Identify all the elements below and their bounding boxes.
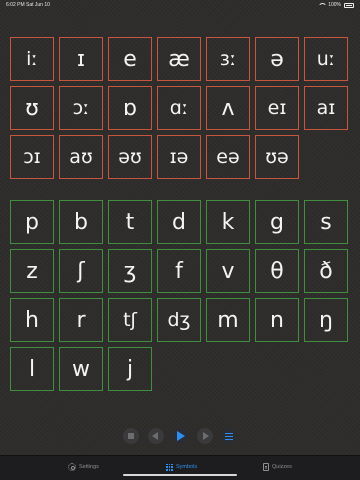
status-bar: 6:02 PM Sat Jun 10 100% bbox=[0, 0, 360, 10]
consonant-symbol-tile[interactable]: θ bbox=[255, 249, 299, 293]
vowel-symbol-tile[interactable]: ɪə bbox=[157, 135, 201, 179]
vowel-symbol-tile[interactable]: ɑː bbox=[157, 86, 201, 130]
consonant-symbol-tile[interactable]: t bbox=[108, 200, 152, 244]
tab-settings-label: Settings bbox=[79, 464, 99, 470]
tab-bar: Settings Symbols Quizzes bbox=[0, 455, 360, 480]
tab-symbols[interactable]: Symbols bbox=[166, 462, 197, 472]
play-icon bbox=[177, 431, 185, 441]
vowel-symbol-tile[interactable]: ʊ bbox=[10, 86, 54, 130]
vowel-symbol-tile[interactable]: ɔː bbox=[59, 86, 103, 130]
home-indicator bbox=[123, 473, 237, 476]
consonant-symbol-tile[interactable]: z bbox=[10, 249, 54, 293]
wifi-icon bbox=[318, 2, 328, 8]
stop-button[interactable] bbox=[123, 428, 139, 444]
consonant-symbol-tile[interactable]: ð bbox=[304, 249, 348, 293]
vowel-symbol-tile[interactable]: aʊ bbox=[59, 135, 103, 179]
tab-quizzes-label: Quizzes bbox=[272, 464, 292, 470]
consonant-symbol-tile[interactable]: l bbox=[10, 347, 54, 391]
vowel-symbol-tile[interactable]: ɔɪ bbox=[10, 135, 54, 179]
vowel-symbol-tile[interactable]: ɜː bbox=[206, 37, 250, 81]
consonant-symbol-tile[interactable]: s bbox=[304, 200, 348, 244]
previous-button[interactable] bbox=[148, 428, 164, 444]
consonant-symbol-tile[interactable]: p bbox=[10, 200, 54, 244]
consonant-symbol-tile[interactable]: w bbox=[59, 347, 103, 391]
audio-player-controls bbox=[0, 428, 360, 446]
stop-icon bbox=[128, 433, 134, 439]
consonant-symbol-tile[interactable]: g bbox=[255, 200, 299, 244]
vowel-symbol-tile[interactable]: æ bbox=[157, 37, 201, 81]
consonant-symbol-tile[interactable]: n bbox=[255, 298, 299, 342]
previous-icon bbox=[152, 432, 158, 440]
status-date: Sat Jun 10 bbox=[26, 2, 50, 8]
consonant-symbol-tile[interactable]: f bbox=[157, 249, 201, 293]
battery-icon bbox=[344, 2, 354, 8]
consonant-symbol-tile[interactable]: ʃ bbox=[59, 249, 103, 293]
consonant-symbol-tile[interactable]: b bbox=[59, 200, 103, 244]
battery-percent: 100% bbox=[328, 2, 341, 8]
consonant-symbol-tile[interactable]: v bbox=[206, 249, 250, 293]
consonant-symbol-tile[interactable]: k bbox=[206, 200, 250, 244]
vowel-symbol-tile[interactable]: e bbox=[108, 37, 152, 81]
vowel-symbol-tile[interactable]: aɪ bbox=[304, 86, 348, 130]
vowel-symbol-tile[interactable]: ə bbox=[255, 37, 299, 81]
play-button[interactable] bbox=[172, 428, 188, 444]
next-icon bbox=[203, 432, 209, 440]
vowel-symbol-tile[interactable]: ɪ bbox=[59, 37, 103, 81]
vowel-symbol-tile[interactable]: ʊə bbox=[255, 135, 299, 179]
vowel-symbol-tile[interactable]: əʊ bbox=[108, 135, 152, 179]
status-time: 6:02 PM bbox=[6, 2, 25, 8]
consonant-symbol-tile[interactable]: d bbox=[157, 200, 201, 244]
vowel-symbol-tile[interactable]: iː bbox=[10, 37, 54, 81]
vowel-symbol-tile[interactable]: eə bbox=[206, 135, 250, 179]
consonant-symbol-tile[interactable]: h bbox=[10, 298, 54, 342]
consonant-symbol-tile[interactable]: m bbox=[206, 298, 250, 342]
grid-icon bbox=[166, 463, 173, 471]
list-icon bbox=[225, 432, 233, 440]
consonant-symbol-tile[interactable]: r bbox=[59, 298, 103, 342]
tab-quizzes[interactable]: Quizzes bbox=[263, 462, 292, 472]
consonant-symbol-tile[interactable]: tʃ bbox=[108, 298, 152, 342]
consonant-symbol-tile[interactable]: dʒ bbox=[157, 298, 201, 342]
consonant-symbol-tile[interactable]: j bbox=[108, 347, 152, 391]
vowel-symbol-tile[interactable]: ɒ bbox=[108, 86, 152, 130]
list-button[interactable] bbox=[221, 428, 237, 444]
status-right: 100% bbox=[318, 2, 354, 8]
vowel-symbol-tile[interactable]: eɪ bbox=[255, 86, 299, 130]
consonant-symbol-tile[interactable]: ʒ bbox=[108, 249, 152, 293]
gear-icon bbox=[68, 463, 76, 471]
consonant-symbol-tile[interactable]: ŋ bbox=[304, 298, 348, 342]
next-button[interactable] bbox=[197, 428, 213, 444]
tab-settings[interactable]: Settings bbox=[68, 462, 99, 472]
tab-symbols-label: Symbols bbox=[176, 464, 198, 470]
vowel-symbol-tile[interactable]: ʌ bbox=[206, 86, 250, 130]
vowel-symbol-tile[interactable]: uː bbox=[304, 37, 348, 81]
quiz-icon bbox=[263, 463, 269, 471]
